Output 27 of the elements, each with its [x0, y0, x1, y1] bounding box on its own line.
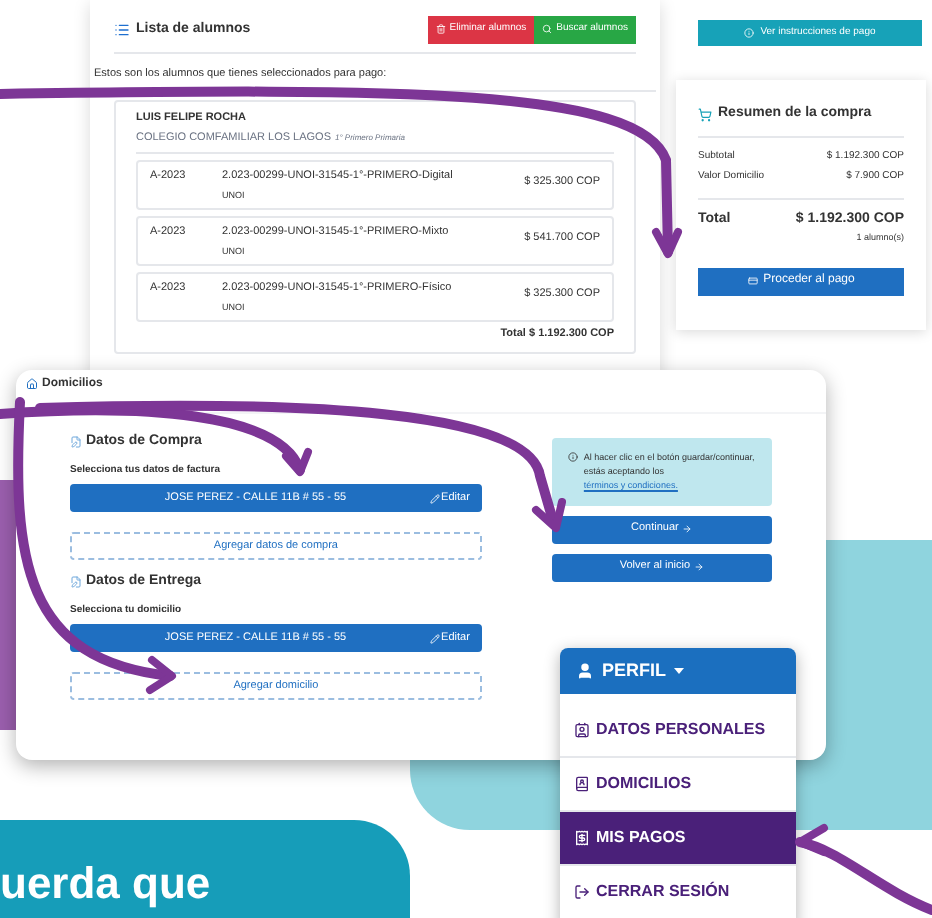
user-icon: [576, 662, 594, 680]
cart-icon: [698, 107, 712, 122]
pencil-icon: [429, 493, 440, 503]
home-icon: [26, 378, 38, 390]
info-icon: [744, 28, 755, 38]
form-icon: [70, 576, 82, 589]
menu-icon: [574, 776, 590, 792]
info-icon: [567, 452, 578, 462]
caret-icon: [674, 668, 685, 674]
card-icon: [747, 276, 758, 287]
form-icon: [70, 436, 82, 449]
menu-item[interactable]: CERRAR SESIÓN: [560, 866, 796, 918]
pencil-icon: [429, 633, 440, 643]
banner-text: uerda que: [0, 862, 211, 906]
curved-arrow: [795, 824, 932, 915]
search-icon: [542, 24, 553, 35]
menu-item[interactable]: MIS PAGOS: [560, 812, 796, 866]
menu-item[interactable]: DATOS PERSONALES: [560, 704, 796, 758]
trash-icon: [435, 24, 446, 35]
menu-icon: [574, 830, 590, 846]
list-icon: [114, 21, 130, 38]
arrow-icon: [694, 562, 705, 573]
profile-menu-header[interactable]: PERFIL: [560, 648, 796, 694]
arrow-icon: [682, 524, 693, 535]
menu-item[interactable]: DOMICILIOS: [560, 758, 796, 812]
menu-icon: [574, 884, 590, 900]
menu-icon: [574, 722, 590, 738]
